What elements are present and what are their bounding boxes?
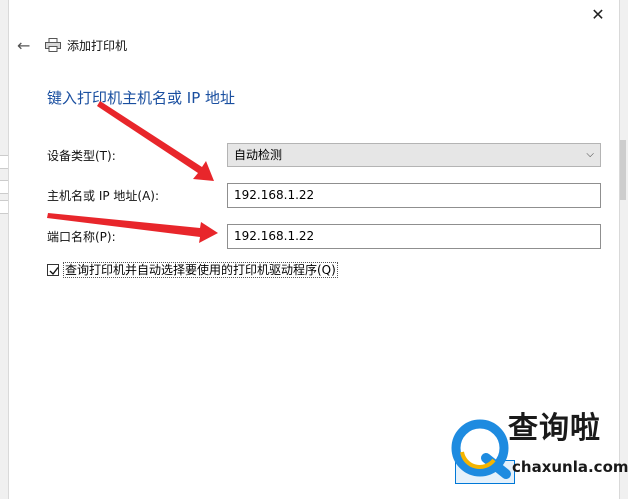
query-driver-option[interactable]: 查询打印机并自动选择要使用的打印机驱动程序(Q): [47, 262, 338, 278]
check-icon: [49, 267, 59, 276]
background-scrollbar: [620, 140, 626, 200]
port-label: 端口名称(P):: [47, 230, 116, 244]
device-type-label: 设备类型(T):: [47, 149, 116, 163]
port-value: 192.168.1.22: [234, 229, 315, 243]
dialog-title: 添加打印机: [67, 39, 128, 53]
magnifier-logo-icon: [451, 419, 511, 479]
host-label: 主机名或 IP 地址(A):: [47, 189, 160, 203]
close-button[interactable]: ✕: [589, 6, 607, 24]
query-driver-checkbox[interactable]: [47, 264, 59, 276]
printer-icon: [45, 38, 61, 52]
close-icon: ✕: [591, 5, 605, 24]
watermark-domain: chaxunla.com: [512, 458, 628, 476]
device-type-value: 自动检测: [234, 148, 283, 162]
back-button[interactable]: ←: [17, 37, 35, 55]
device-type-select[interactable]: 自动检测 ⌵: [227, 143, 601, 167]
query-driver-label: 查询打印机并自动选择要使用的打印机驱动程序(Q): [63, 262, 338, 278]
host-input[interactable]: 192.168.1.22: [227, 183, 601, 208]
back-arrow-icon: ←: [17, 36, 31, 55]
page-heading: 键入打印机主机名或 IP 地址: [47, 89, 236, 107]
chevron-down-icon: ⌵: [586, 149, 594, 160]
port-input[interactable]: 192.168.1.22: [227, 224, 601, 249]
watermark-text: 查询啦: [508, 411, 601, 446]
host-value: 192.168.1.22: [234, 188, 315, 202]
